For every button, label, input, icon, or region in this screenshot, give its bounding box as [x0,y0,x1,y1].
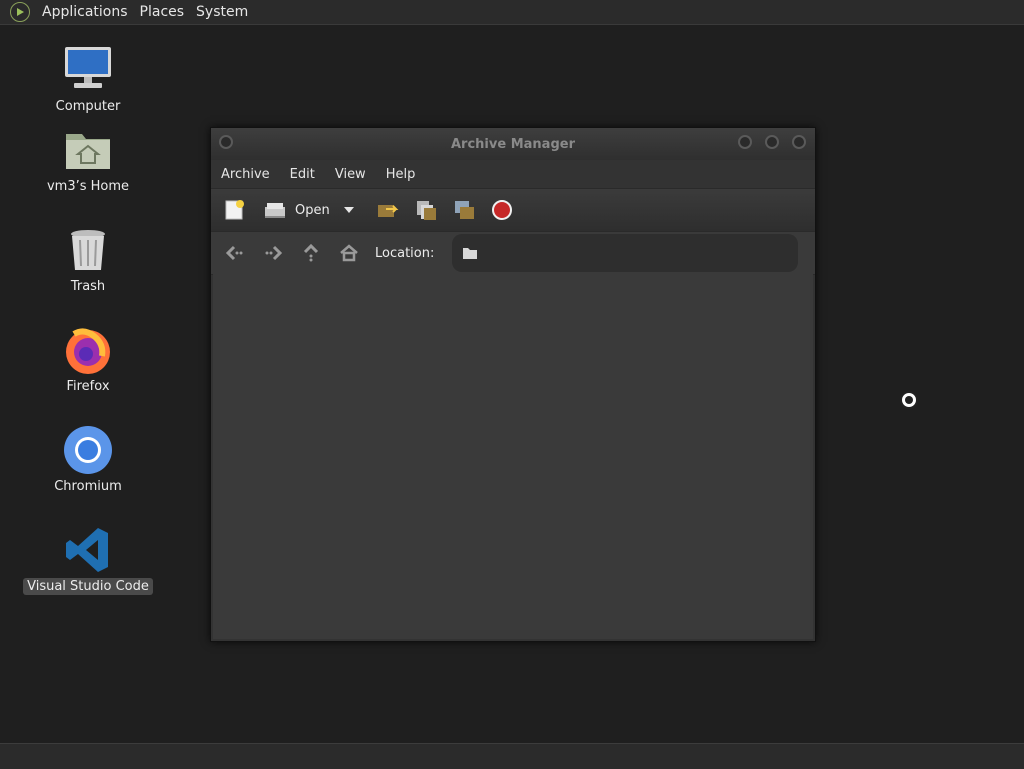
add-files-button[interactable] [412,196,440,224]
back-arrow-icon [225,245,243,261]
location-bar: Location: [211,231,815,275]
bottom-panel [0,743,1024,769]
desktop-icon-label: Firefox [66,379,110,394]
window-toolbar: Open [211,188,815,231]
stop-button[interactable] [488,196,516,224]
archive-content-area[interactable] [213,274,813,639]
window-menubar: Archive Edit View Help [211,160,815,188]
back-button[interactable] [221,239,249,267]
desktop-icon-label: Computer [55,99,121,114]
window-titlebar[interactable]: Archive Manager [211,128,815,160]
add-folder-button[interactable] [450,196,478,224]
firefox-icon [62,324,114,376]
stop-icon [491,200,512,220]
menu-edit[interactable]: Edit [280,167,325,182]
home-folder-icon [62,124,114,176]
desktop-icon-trash[interactable]: Trash [18,224,158,295]
trash-icon [62,224,114,276]
window-menu-button[interactable] [219,135,233,149]
home-icon [340,244,358,262]
chevron-down-icon[interactable] [343,207,354,213]
top-panel: Applications Places System [0,0,1024,25]
maximize-button[interactable] [765,135,779,149]
menu-places[interactable]: Places [134,4,191,20]
window-title: Archive Manager [451,136,575,152]
forward-button[interactable] [259,239,287,267]
extract-button[interactable] [374,196,402,224]
menu-system[interactable]: System [190,4,254,20]
minimize-button[interactable] [738,135,752,149]
computer-icon [62,44,114,96]
open-button[interactable] [261,196,289,224]
add-files-icon [416,201,436,220]
busy-cursor-icon [900,391,918,409]
desktop-icon-chromium[interactable]: Chromium [18,424,158,495]
archive-manager-window: Archive Manager Archive Edit View Help O… [210,127,816,642]
desktop-icon-label: Trash [70,279,106,294]
menu-applications[interactable]: Applications [36,4,134,20]
chromium-icon [62,424,114,476]
extract-icon [377,205,399,217]
home-button[interactable] [335,239,363,267]
location-field[interactable] [452,234,799,272]
forward-arrow-icon [265,245,283,261]
add-folder-icon [454,201,474,219]
desktop-icon-label: vm3’s Home [46,179,130,194]
open-archive-icon [265,203,285,218]
open-label[interactable]: Open [295,203,330,218]
desktop-icon-vscode[interactable]: Visual Studio Code [18,524,158,595]
close-button[interactable] [792,135,806,149]
new-archive-button[interactable] [221,196,249,224]
menu-help[interactable]: Help [376,167,426,182]
desktop-icon-computer[interactable]: Computer [18,44,158,115]
desktop-icon-label: Visual Studio Code [23,578,153,595]
desktop-icon-label: Chromium [54,479,122,494]
menu-archive[interactable]: Archive [211,167,280,182]
new-archive-icon [225,200,244,220]
desktop-icon-firefox[interactable]: Firefox [18,324,158,395]
applications-logo-icon[interactable] [10,2,30,22]
location-label: Location: [375,245,435,261]
folder-icon [463,248,478,259]
up-arrow-icon [303,243,319,262]
desktop-icon-home[interactable]: vm3’s Home [18,124,158,195]
up-button[interactable] [297,239,325,267]
vscode-icon [62,524,114,576]
menu-view[interactable]: View [325,167,376,182]
